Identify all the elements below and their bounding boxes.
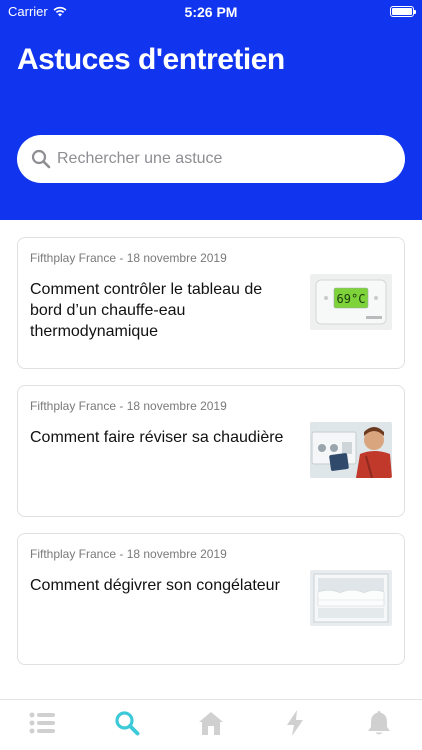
article-title: Comment dégivrer son congélateur: [30, 577, 280, 594]
article-card[interactable]: Fifthplay France - 18 novembre 2019 Comm…: [17, 385, 405, 517]
search-icon: [115, 711, 140, 736]
tab-energy[interactable]: [280, 708, 310, 738]
tab-bar: [0, 699, 422, 750]
tab-search[interactable]: [112, 708, 142, 738]
bell-icon: [368, 711, 390, 735]
search-input[interactable]: [57, 135, 387, 183]
search-icon: [31, 149, 51, 169]
article-title: Comment faire réviser sa chaudière: [30, 429, 284, 446]
search-bar[interactable]: [17, 135, 405, 183]
battery-icon: [390, 6, 416, 17]
article-meta: Fifthplay France - 18 novembre 2019: [30, 399, 227, 413]
article-meta: Fifthplay France - 18 novembre 2019: [30, 251, 227, 265]
article-title: Comment contrôler le tableau de bord d’u…: [30, 281, 263, 340]
list-icon: [29, 712, 55, 734]
article-thumbnail[interactable]: [310, 422, 392, 478]
tab-home[interactable]: [196, 708, 226, 738]
status-time: 5:26 PM: [184, 4, 238, 20]
boiler-technician-image: [310, 422, 392, 478]
article-card[interactable]: Fifthplay France - 18 novembre 2019 Comm…: [17, 533, 405, 665]
status-bar: Carrier 5:26 PM: [0, 0, 422, 22]
thermostat-image: 69°C: [310, 274, 392, 330]
article-thumbnail[interactable]: 69°C: [310, 274, 392, 330]
thermostat-reading: 69°C: [337, 292, 366, 306]
article-meta: Fifthplay France - 18 novembre 2019: [30, 547, 227, 561]
home-icon: [199, 712, 223, 735]
page-title: Astuces d'entretien: [17, 43, 285, 76]
tab-list[interactable]: [27, 708, 57, 738]
bolt-icon: [287, 710, 303, 736]
header-banner: [0, 0, 422, 220]
tab-notifications[interactable]: [364, 708, 394, 738]
article-card[interactable]: Fifthplay France - 18 novembre 2019 Comm…: [17, 237, 405, 369]
article-thumbnail[interactable]: [310, 570, 392, 626]
freezer-image: [310, 570, 392, 626]
